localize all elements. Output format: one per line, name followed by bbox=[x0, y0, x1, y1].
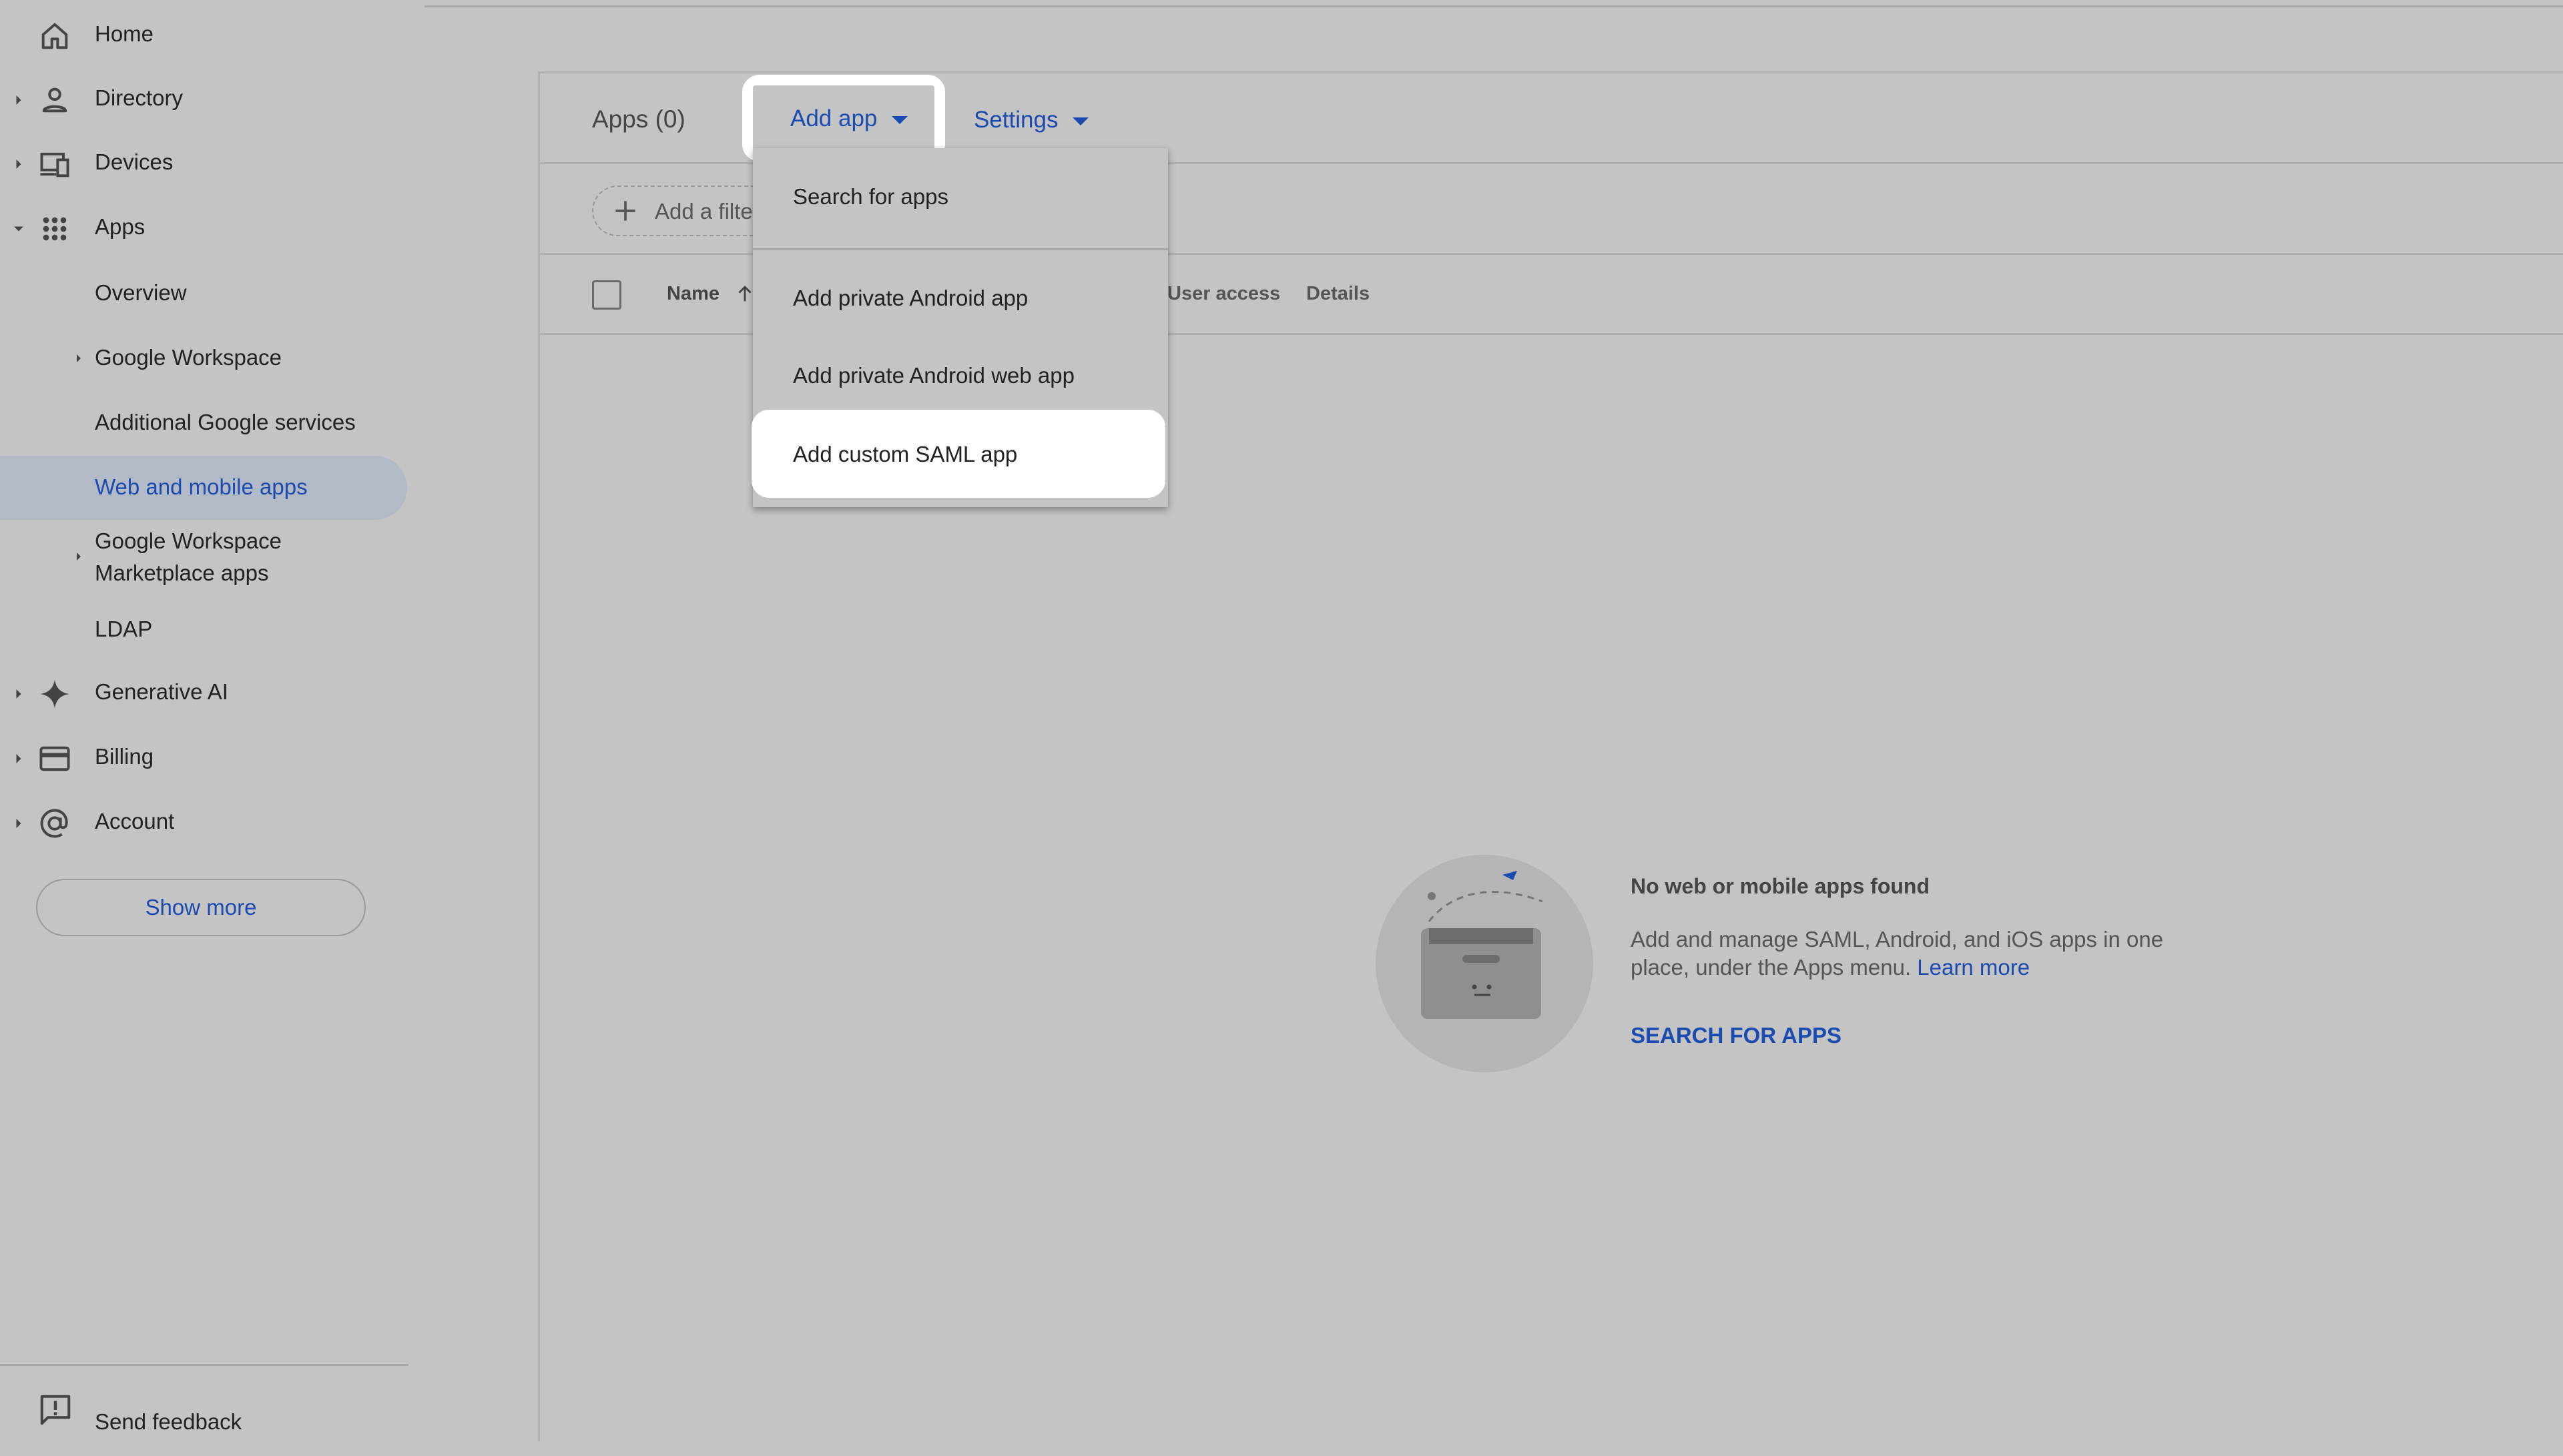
empty-state-description-text: Add and manage SAML, Android, and iOS ap… bbox=[1631, 927, 2164, 980]
sidebar-item-label: Devices bbox=[95, 149, 174, 174]
send-feedback-label: Send feedback bbox=[95, 1409, 242, 1434]
caret-down-icon bbox=[892, 115, 908, 124]
sidebar-item-web-and-mobile-apps[interactable]: Web and mobile apps bbox=[0, 456, 407, 520]
add-app-label: Add app bbox=[790, 105, 878, 131]
top-divider bbox=[424, 5, 2563, 7]
sidebar-item-marketplace-apps[interactable]: Google Workspace Marketplace apps bbox=[0, 524, 408, 598]
expand-arrow-icon[interactable] bbox=[9, 91, 28, 109]
apps-count-title: Apps (0) bbox=[592, 105, 685, 133]
empty-state-title: No web or mobile apps found bbox=[1631, 874, 1930, 898]
empty-state-description: Add and manage SAML, Android, and iOS ap… bbox=[1631, 926, 2165, 982]
add-filter-label: Add a filter bbox=[655, 199, 755, 224]
sidebar-item-label: Generative AI bbox=[95, 679, 228, 704]
column-header-name[interactable]: Name bbox=[667, 283, 720, 305]
sidebar-item-label: Home bbox=[95, 21, 154, 46]
expand-arrow-icon[interactable] bbox=[9, 685, 28, 703]
column-header-user-access[interactable]: User access bbox=[1167, 283, 1280, 305]
sidebar-item-label: Additional Google services bbox=[95, 410, 356, 434]
sidebar-item-home[interactable]: Home bbox=[0, 4, 408, 68]
sidebar-item-label: LDAP bbox=[95, 617, 153, 641]
menu-item-label: Search for apps bbox=[793, 184, 948, 209]
sidebar-item-label: Account bbox=[95, 809, 175, 833]
send-feedback-button[interactable]: Send feedback bbox=[0, 1392, 408, 1456]
collapse-arrow-icon[interactable] bbox=[9, 220, 28, 238]
menu-item-label: Add custom SAML app bbox=[793, 442, 1018, 466]
learn-more-link[interactable]: Learn more bbox=[1917, 955, 2030, 980]
sidebar-item-account[interactable]: Account bbox=[0, 791, 408, 855]
expand-arrow-icon[interactable] bbox=[9, 155, 28, 173]
sidebar: Home Directory Devices Apps Overview Goo… bbox=[0, 0, 408, 1441]
feedback-icon bbox=[40, 1395, 71, 1425]
empty-state-illustration bbox=[1376, 855, 1593, 1072]
sidebar-item-label: Marketplace apps bbox=[95, 561, 269, 585]
sidebar-item-google-workspace[interactable]: Google Workspace bbox=[0, 326, 408, 390]
sidebar-divider bbox=[0, 1364, 408, 1366]
sidebar-item-ldap[interactable]: LDAP bbox=[0, 598, 408, 662]
menu-item-label: Add private Android web app bbox=[793, 363, 1075, 388]
sidebar-item-label: Directory bbox=[95, 85, 184, 110]
expand-arrow-icon[interactable] bbox=[9, 814, 28, 833]
add-app-button-content: Add app bbox=[790, 105, 908, 132]
show-more-button[interactable]: Show more bbox=[36, 879, 366, 936]
home-icon bbox=[41, 23, 68, 49]
sidebar-item-directory[interactable]: Directory bbox=[0, 68, 408, 132]
empty-box-illustration bbox=[1421, 871, 1543, 1019]
column-header-details[interactable]: Details bbox=[1306, 283, 1370, 305]
sidebar-item-label: Web and mobile apps bbox=[95, 474, 308, 499]
sidebar-item-label: Billing bbox=[95, 744, 154, 769]
sidebar-item-label: Google Workspace bbox=[95, 345, 282, 370]
sidebar-item-label: Apps bbox=[95, 214, 146, 239]
plus-icon bbox=[615, 201, 635, 221]
settings-label: Settings bbox=[974, 107, 1059, 133]
credit-card-icon bbox=[39, 746, 70, 771]
sidebar-item-label: Google Workspace bbox=[95, 528, 282, 553]
apps-grid-icon bbox=[43, 217, 67, 241]
sparkle-icon bbox=[40, 679, 69, 709]
sidebar-item-additional-google-services[interactable]: Additional Google services bbox=[0, 391, 408, 455]
expand-arrow-icon[interactable] bbox=[9, 749, 28, 768]
sidebar-item-devices[interactable]: Devices bbox=[0, 132, 408, 196]
menu-item-label: Add private Android app bbox=[793, 286, 1029, 310]
caret-down-icon bbox=[1073, 117, 1089, 125]
settings-button[interactable]: Settings bbox=[974, 107, 1089, 133]
sidebar-item-apps[interactable]: Apps bbox=[0, 197, 408, 261]
sidebar-item-label: Overview bbox=[95, 280, 187, 305]
sidebar-item-overview[interactable]: Overview bbox=[0, 262, 408, 326]
select-all-checkbox[interactable] bbox=[592, 280, 621, 310]
menu-item-add-private-android-app[interactable]: Add private Android app bbox=[753, 267, 1168, 331]
menu-item-add-custom-saml-app[interactable]: Add custom SAML app bbox=[752, 410, 1165, 498]
sidebar-item-billing[interactable]: Billing bbox=[0, 727, 408, 791]
sidebar-item-generative-ai[interactable]: Generative AI bbox=[0, 662, 408, 726]
person-icon bbox=[42, 87, 67, 113]
devices-icon bbox=[40, 152, 69, 177]
add-app-button[interactable]: Add app bbox=[753, 85, 934, 151]
menu-item-search-for-apps[interactable]: Search for apps bbox=[753, 165, 1168, 230]
expand-arrow-icon[interactable] bbox=[71, 350, 87, 366]
menu-item-add-private-android-web-app[interactable]: Add private Android web app bbox=[753, 344, 1168, 408]
expand-arrow-icon[interactable] bbox=[71, 549, 87, 565]
menu-divider bbox=[753, 248, 1168, 250]
at-sign-icon bbox=[40, 809, 68, 838]
search-for-apps-button[interactable]: SEARCH FOR APPS bbox=[1631, 1023, 1841, 1048]
